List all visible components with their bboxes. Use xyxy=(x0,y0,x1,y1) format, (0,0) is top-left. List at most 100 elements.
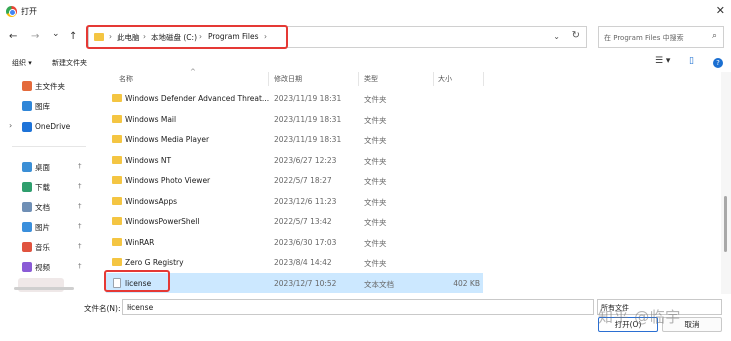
folder-icon xyxy=(112,196,122,205)
address-highlight-box xyxy=(86,25,288,49)
expand-chevron-icon[interactable]: › xyxy=(9,121,12,130)
search-icon: ⌕ xyxy=(711,31,717,41)
table-row[interactable]: Windows Mail 2023/11/19 18:31 文件夹 xyxy=(106,109,483,129)
table-row[interactable]: Windows Defender Advanced Threat... 2023… xyxy=(106,88,483,108)
table-row[interactable]: Windows Photo Viewer 2022/5/7 18:27 文件夹 xyxy=(106,170,483,190)
forward-arrow-icon[interactable]: → xyxy=(31,31,39,42)
sidebar-item-desktop[interactable]: 桌面 † xyxy=(0,159,90,175)
table-row[interactable]: Windows Media Player 2023/11/19 18:31 文件… xyxy=(106,129,483,149)
sidebar-item-label: 音乐 xyxy=(35,243,50,252)
file-modified: 2023/12/7 10:52 xyxy=(274,278,337,288)
table-row[interactable]: WindowsPowerShell 2022/5/7 13:42 文件夹 xyxy=(106,211,483,231)
file-name: Windows Mail xyxy=(125,114,177,124)
sidebar-item-label: 下载 xyxy=(35,183,50,192)
sidebar-item-gallery[interactable]: 图库 xyxy=(0,98,90,114)
folder-icon xyxy=(112,155,122,164)
pin-icon: † xyxy=(78,162,82,170)
gallery-icon xyxy=(22,101,32,111)
pin-icon: † xyxy=(78,182,82,190)
preview-pane-icon[interactable]: ▯ xyxy=(689,56,694,66)
file-size: 402 KB xyxy=(453,278,480,288)
filename-dropdown-icon[interactable]: ⌄ xyxy=(127,302,589,310)
search-input[interactable]: 在 Program Files 中搜索 xyxy=(604,33,684,43)
file-modified: 2023/11/19 18:31 xyxy=(274,94,342,103)
table-row[interactable]: Zero G Registry 2023/8/4 14:42 文件夹 xyxy=(106,252,483,272)
file-name: Zero G Registry xyxy=(125,258,184,267)
sidebar-item-downloads[interactable]: 下载 † xyxy=(0,179,90,195)
file-highlight-box xyxy=(104,270,170,292)
sidebar-item-onedrive[interactable]: › OneDrive xyxy=(0,119,90,135)
file-type: 文件夹 xyxy=(364,177,387,186)
file-type: 文件夹 xyxy=(364,238,387,248)
sidebar-item-music[interactable]: 音乐 † xyxy=(0,239,90,255)
sidebar-item-documents[interactable]: 文档 † xyxy=(0,199,90,215)
column-divider[interactable] xyxy=(358,72,359,86)
pin-icon: † xyxy=(78,242,82,250)
file-modified: 2023/8/4 14:42 xyxy=(274,258,332,267)
pin-icon: † xyxy=(78,222,82,230)
download-icon xyxy=(22,182,32,192)
chrome-icon xyxy=(6,6,17,17)
column-header-size[interactable]: 大小 xyxy=(438,74,452,84)
sidebar-horizontal-scrollbar[interactable] xyxy=(14,287,74,290)
up-arrow-icon[interactable]: ↑ xyxy=(69,31,77,42)
sidebar-item-label: OneDrive xyxy=(35,122,71,131)
file-type: 文件夹 xyxy=(364,156,387,166)
view-options-icon[interactable]: ☰ ▾ xyxy=(655,56,670,66)
file-name: WinRAR xyxy=(125,237,155,247)
sidebar-item-pictures[interactable]: 图片 † xyxy=(0,219,90,235)
sidebar-item-label: 桌面 xyxy=(35,163,50,172)
file-modified: 2023/6/30 17:03 xyxy=(274,237,337,247)
organize-button[interactable]: 组织 ▾ xyxy=(12,58,32,68)
music-icon xyxy=(22,242,32,252)
title-bar: 打开 ✕ xyxy=(0,0,731,24)
sidebar-item-videos[interactable]: 视频 † xyxy=(0,259,90,275)
file-modified: 2022/5/7 13:42 xyxy=(274,217,332,226)
new-folder-button[interactable]: 新建文件夹 xyxy=(52,58,87,68)
file-name: WindowsApps xyxy=(125,196,178,206)
back-arrow-icon[interactable]: ← xyxy=(9,31,17,42)
scrollbar-thumb[interactable] xyxy=(724,196,727,252)
column-header-name[interactable]: 名称 xyxy=(119,74,133,84)
table-row[interactable]: WinRAR 2023/6/30 17:03 文件夹 xyxy=(106,232,483,252)
address-dropdown-icon[interactable]: ⌄ xyxy=(553,32,560,41)
documents-icon xyxy=(22,202,32,212)
search-box[interactable]: 在 Program Files 中搜索 ⌕ xyxy=(598,26,724,48)
file-name: Windows Defender Advanced Threat... xyxy=(125,94,270,103)
file-modified: 2022/5/7 18:27 xyxy=(274,176,332,185)
column-header-modified[interactable]: 修改日期 xyxy=(274,74,302,84)
file-name: Windows Media Player xyxy=(125,135,210,144)
vertical-scrollbar[interactable] xyxy=(721,72,731,294)
folder-icon xyxy=(112,217,122,225)
column-divider[interactable] xyxy=(433,72,434,86)
column-divider[interactable] xyxy=(268,72,269,86)
sort-indicator-icon: ^ xyxy=(190,68,196,76)
recent-locations-chevron-icon[interactable]: ⌄ xyxy=(52,29,60,39)
file-modified: 2023/12/6 11:23 xyxy=(274,196,337,206)
sidebar-item-label: 图片 xyxy=(35,223,50,232)
file-name: Windows NT xyxy=(125,155,172,165)
filename-field[interactable]: license ⌄ xyxy=(122,299,594,315)
sidebar-item-home[interactable]: 主文件夹 xyxy=(0,78,90,94)
navigation-pane: 主文件夹 图库 › OneDrive 桌面 † 下载 † 文档 † 图片 † 音… xyxy=(0,74,90,294)
pin-icon: † xyxy=(78,262,82,270)
pin-icon: † xyxy=(78,202,82,210)
file-name: WindowsPowerShell xyxy=(125,217,200,226)
file-type: 文件夹 xyxy=(364,259,387,268)
file-type: 文本文档 xyxy=(364,279,394,289)
table-row[interactable]: WindowsApps 2023/12/6 11:23 文件夹 xyxy=(106,191,483,211)
column-divider[interactable] xyxy=(483,72,484,86)
help-icon[interactable]: ? xyxy=(713,58,723,68)
column-header-type[interactable]: 类型 xyxy=(364,74,378,84)
refresh-icon[interactable]: ↻ xyxy=(572,30,580,41)
file-type: 文件夹 xyxy=(364,115,387,125)
file-type: 文件夹 xyxy=(364,218,387,227)
sidebar-divider xyxy=(12,146,86,147)
filename-label: 文件名(N): xyxy=(84,304,121,313)
folder-icon xyxy=(112,176,122,184)
table-row[interactable]: Windows NT 2023/6/27 12:23 文件夹 xyxy=(106,150,483,170)
watermark-text: 知乎 @临宇 xyxy=(598,308,681,326)
close-icon[interactable]: ✕ xyxy=(716,4,725,17)
folder-icon xyxy=(112,114,122,123)
home-icon xyxy=(22,81,32,91)
